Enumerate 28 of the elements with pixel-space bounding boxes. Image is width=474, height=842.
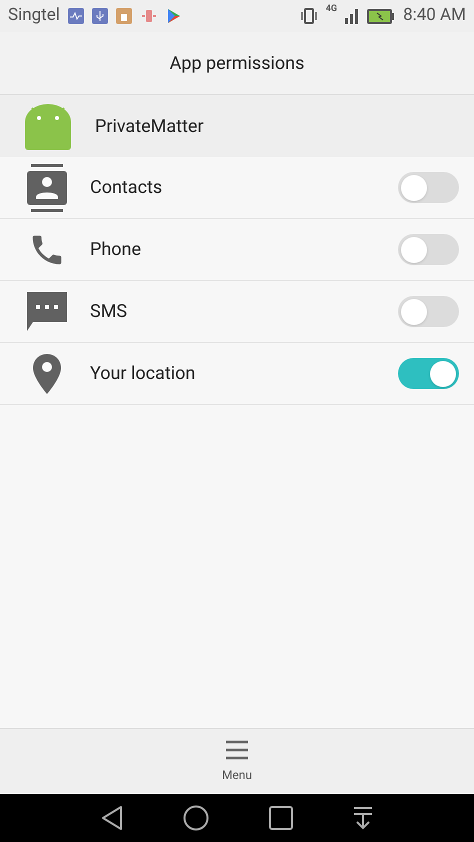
toggle-switch[interactable] — [398, 296, 459, 327]
network-type: 4G — [326, 5, 338, 14]
home-icon[interactable] — [183, 805, 210, 831]
toggle-switch[interactable] — [398, 358, 459, 389]
carrier-name: Singtel — [8, 4, 60, 28]
app-name: PrivateMatter — [95, 114, 204, 138]
location-pin-icon — [32, 354, 62, 394]
toggle-switch[interactable] — [398, 234, 459, 265]
battery-charging-icon — [367, 8, 396, 24]
play-store-icon — [166, 8, 182, 24]
permission-label: Your location — [90, 362, 196, 386]
signal-icon — [345, 8, 360, 24]
permission-label: Phone — [90, 238, 142, 262]
clock-time: 8:40 AM — [403, 4, 466, 28]
contact-card-icon — [27, 164, 67, 212]
back-icon[interactable] — [100, 805, 124, 831]
usb-icon — [92, 8, 108, 24]
vibrate-icon — [300, 8, 318, 24]
permission-label: Contacts — [90, 176, 164, 200]
menu-icon — [225, 740, 249, 760]
recent-apps-icon[interactable] — [268, 806, 293, 830]
android-robot-icon — [25, 102, 71, 150]
notification-pull-icon[interactable] — [352, 806, 374, 830]
menu-button[interactable]: Menu — [222, 740, 252, 784]
toggle-switch[interactable] — [398, 172, 459, 203]
page-title: App permissions — [170, 52, 304, 76]
message-icon — [27, 292, 67, 332]
permission-label: SMS — [90, 300, 128, 324]
